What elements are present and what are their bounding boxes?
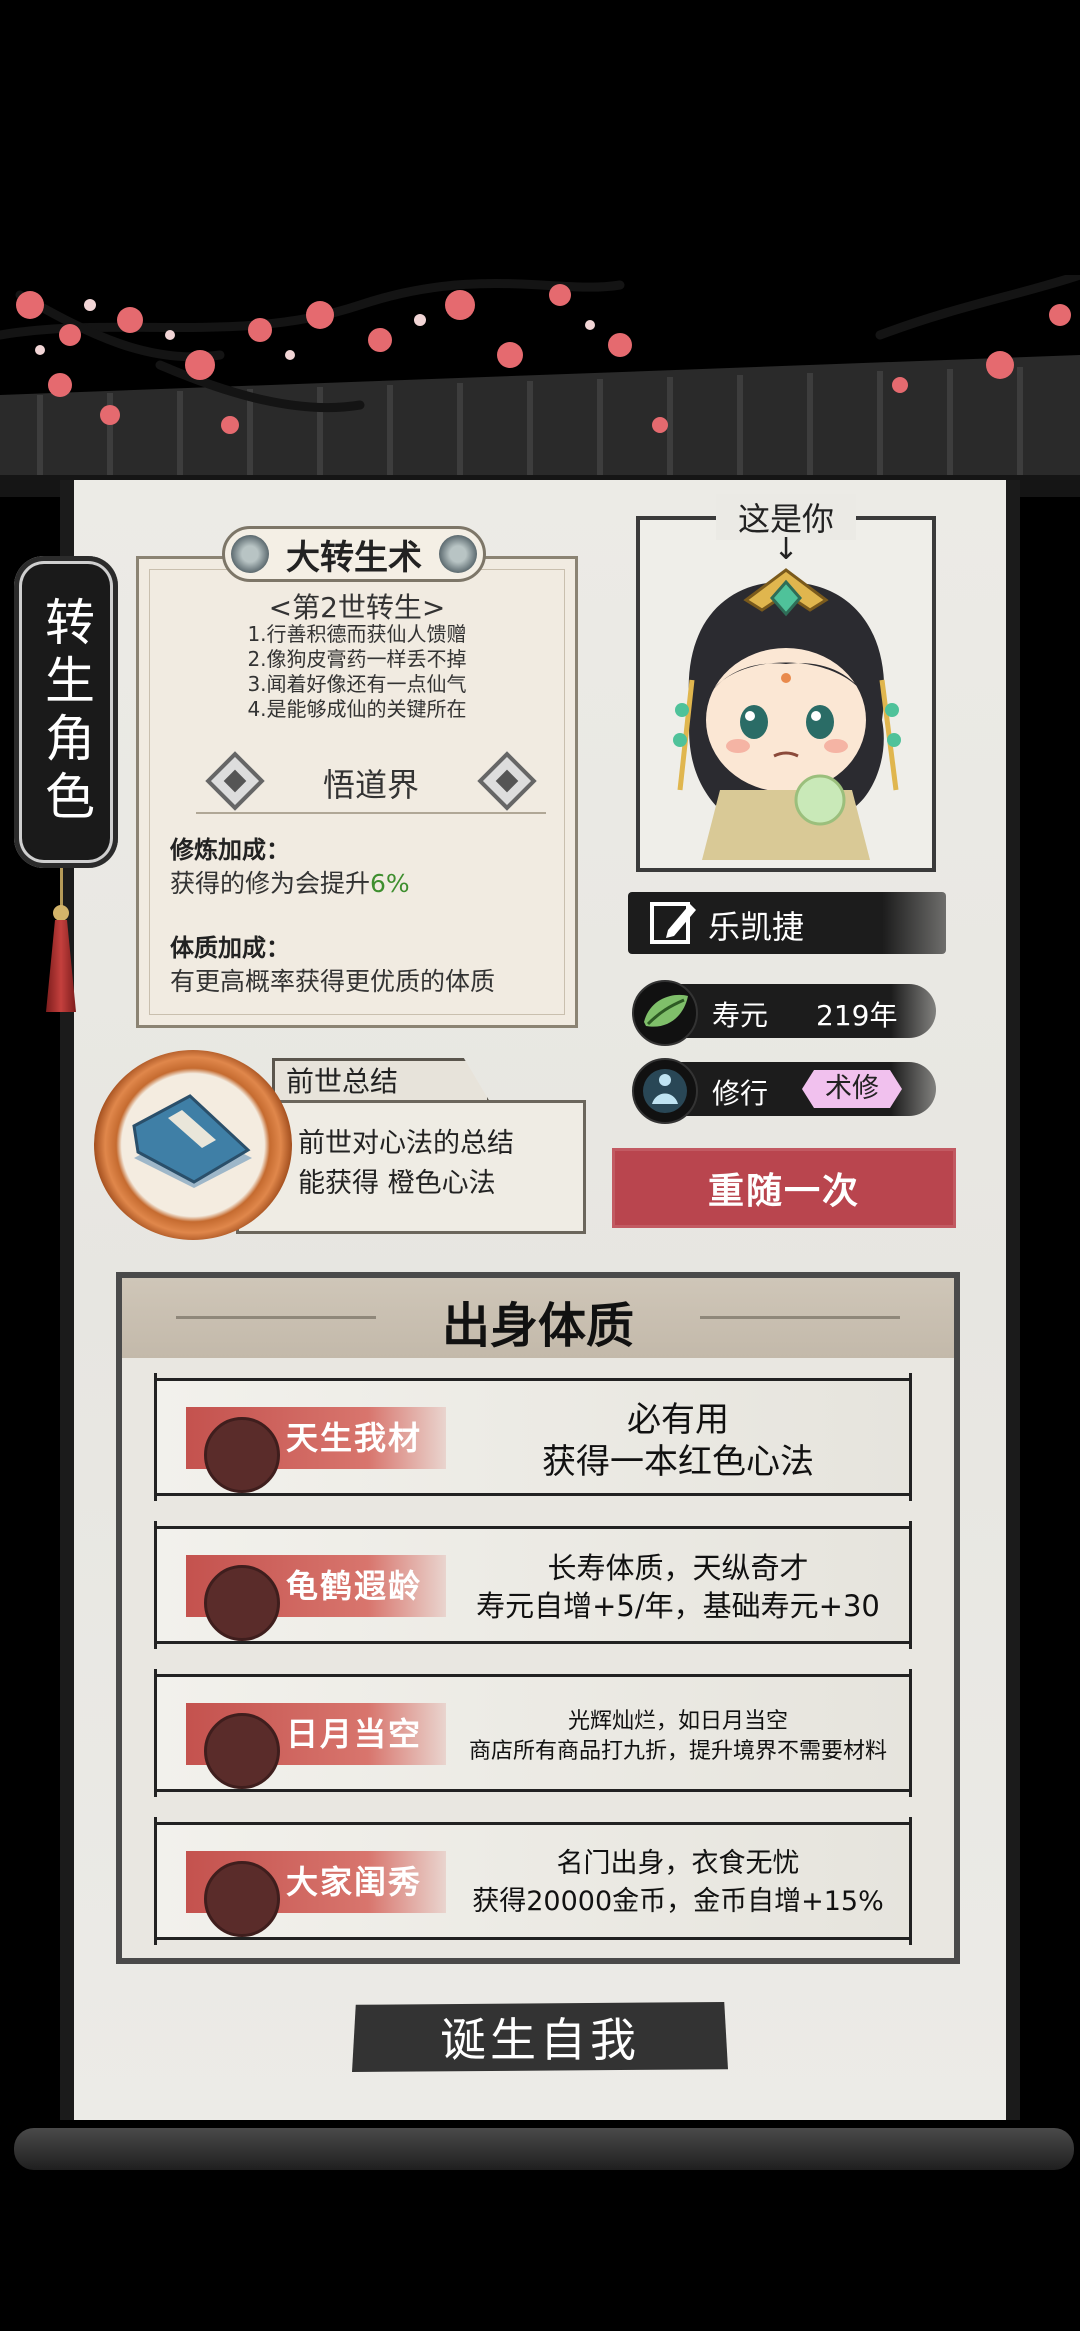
cultivation-label: 修行 — [712, 1077, 769, 1110]
trait-desc: 名门出身，衣食无忧 获得20000金币，金币自增+15% — [454, 1845, 902, 1921]
tassel-knot — [53, 905, 69, 921]
title-banner: 转生角色 — [14, 556, 118, 868]
lifespan-stat: 寿元 219年 — [632, 980, 936, 1046]
trait-desc-line: 获得一本红色心法 — [542, 1442, 814, 1482]
past-life-desc-line: 前世对心法的总结 — [298, 1128, 514, 1159]
trait-badge: 大家闺秀 — [186, 1851, 446, 1937]
scroll-icon — [204, 1713, 280, 1789]
list-item: 4.是能够成仙的关键所在 — [247, 697, 467, 721]
past-life-title: 前世总结 — [286, 1065, 399, 1098]
knob-icon — [231, 535, 269, 573]
trait-desc-line: 寿元自增+5/年，基础寿元+30 — [476, 1589, 880, 1623]
leaf-icon — [632, 980, 698, 1046]
confirm-birth-button[interactable]: 诞生自我 — [352, 2002, 728, 2072]
confirm-birth-label: 诞生自我 — [440, 2013, 640, 2067]
cultivation-bonus-percent: 6% — [370, 869, 410, 898]
lifespan-value: 219年 — [816, 999, 898, 1032]
trait-name: 日月当空 — [286, 1715, 423, 1753]
trait-desc: 长寿体质，天纵奇才 寿元自增+5/年，基础寿元+30 — [454, 1549, 902, 1625]
cultivation-bonus-title: 修炼加成： — [170, 836, 290, 864]
physique-bonus-desc: 有更高概率获得更优质的体质 — [170, 967, 496, 996]
trait-desc-line: 名门出身，衣食无忧 — [556, 1848, 800, 1879]
edit-name-icon[interactable] — [646, 896, 700, 950]
scroll-icon — [204, 1565, 280, 1641]
skill-description-list: 1.行善积德而获仙人馈赠 2.像狗皮膏药一样丢不掉 3.闻着好像还有一点仙气 4… — [136, 622, 578, 722]
character-avatar — [673, 568, 901, 860]
trait-name: 龟鹤遐龄 — [286, 1567, 423, 1605]
trait-card[interactable]: 日月当空 光辉灿烂，如日月当空 商店所有商品打九折，提升境界不需要材料 — [154, 1669, 912, 1797]
trait-desc: 光辉灿烂，如日月当空 商店所有商品打九折，提升境界不需要材料 — [454, 1707, 902, 1767]
realm-row: 悟道界 — [196, 750, 546, 812]
character-name: 乐凯捷 — [708, 908, 805, 946]
trait-badge: 天生我材 — [186, 1407, 446, 1493]
reroll-button[interactable]: 重随一次 — [612, 1148, 956, 1228]
physique-bonus-title: 体质加成： — [170, 934, 290, 962]
cultivation-type-badge: 术修 — [802, 1070, 902, 1108]
trait-desc-line: 光辉灿烂，如日月当空 — [567, 1709, 788, 1734]
trait-name: 大家闺秀 — [286, 1863, 423, 1901]
skill-title-tag: 大转生术 — [222, 526, 486, 582]
roof-with-plum-blossoms — [0, 275, 1080, 497]
trait-name: 天生我材 — [286, 1419, 423, 1457]
trait-desc-line: 必有用 — [627, 1400, 729, 1440]
list-item: 2.像狗皮膏药一样丢不掉 — [247, 647, 467, 671]
rebirth-generation: <第2世转生> — [268, 591, 446, 624]
origin-title: 出身体质 — [441, 1298, 634, 1354]
past-life-desc-line: 能获得 橙色心法 — [298, 1168, 496, 1199]
divider — [196, 812, 546, 814]
title-banner-text: 转生角色 — [37, 596, 95, 828]
trait-badge: 日月当空 — [186, 1703, 446, 1789]
book-icon[interactable] — [124, 1088, 258, 1198]
list-item: 3.闻着好像还有一点仙气 — [247, 672, 467, 696]
trait-desc: 必有用 获得一本红色心法 — [454, 1399, 902, 1483]
trait-desc-line: 长寿体质，天纵奇才 — [547, 1551, 809, 1585]
trait-card[interactable]: 大家闺秀 名门出身，衣食无忧 获得20000金币，金币自增+15% — [154, 1817, 912, 1945]
lifespan-label: 寿元 — [712, 999, 769, 1032]
reroll-label: 重随一次 — [707, 1171, 860, 1212]
cultivation-type-stat: 修行 术修 — [632, 1058, 936, 1124]
knob-icon — [439, 535, 477, 573]
trait-card[interactable]: 天生我材 必有用 获得一本红色心法 — [154, 1373, 912, 1501]
tassel-cord — [60, 868, 63, 908]
cultivation-bonus-desc: 获得的修为会提升6% — [170, 864, 410, 900]
trait-desc-line: 商店所有商品打九折，提升境界不需要材料 — [468, 1739, 887, 1764]
scroll-bottom-rod — [14, 2128, 1074, 2170]
scroll-icon — [204, 1861, 280, 1937]
past-life-desc: 前世对心法的总结 能获得 橙色心法 — [298, 1124, 514, 1204]
cultivation-bonus-text: 获得的修为会提升 — [170, 869, 371, 898]
trait-desc-line: 获得20000金币，金币自增+15% — [472, 1886, 884, 1917]
trait-card[interactable]: 龟鹤遐龄 长寿体质，天纵奇才 寿元自增+5/年，基础寿元+30 — [154, 1521, 912, 1649]
trait-badge: 龟鹤遐龄 — [186, 1555, 446, 1641]
meditation-icon — [632, 1058, 698, 1124]
scroll-icon — [204, 1417, 280, 1493]
skill-title: 大转生术 — [286, 537, 422, 578]
list-item: 1.行善积德而获仙人馈赠 — [247, 622, 467, 646]
